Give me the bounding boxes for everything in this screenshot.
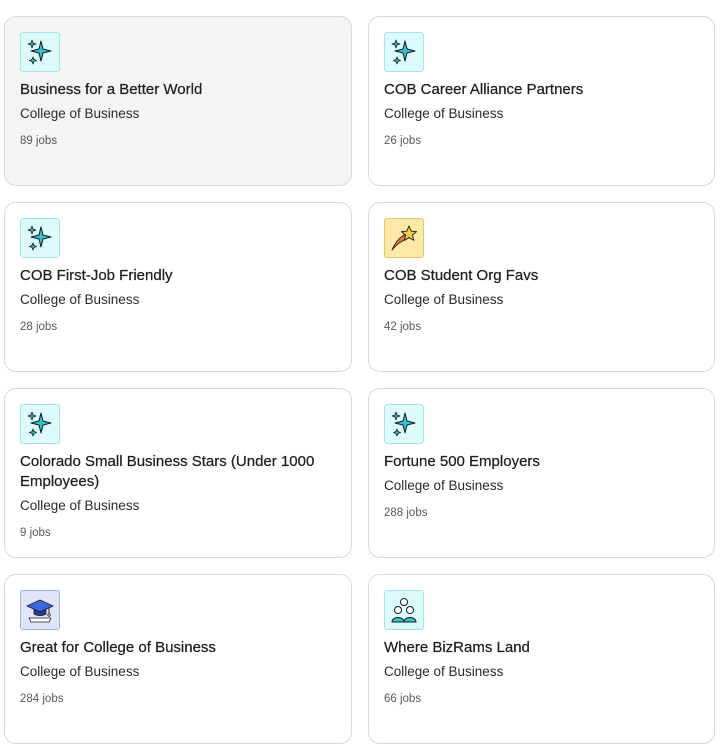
sparkles-icon [20,32,60,72]
job-count: 66 jobs [384,693,422,705]
job-count: 284 jobs [20,693,64,705]
collection-card[interactable]: Great for College of Business College of… [4,574,352,744]
card-title: COB Career Alliance Partners [384,81,584,98]
card-title: Fortune 500 Employers [384,453,540,470]
job-count: 9 jobs [20,527,51,539]
card-title: Where BizRams Land [384,639,530,656]
card-subtitle: College of Business [384,478,504,493]
collections-grid: Business for a Better World College of B… [0,0,720,752]
card-subtitle: College of Business [384,292,504,307]
sparkles-icon [20,218,60,258]
collection-card[interactable]: Business for a Better World College of B… [4,16,352,186]
job-count: 28 jobs [20,321,58,333]
sparkles-icon [384,404,424,444]
card-title: Great for College of Business [20,639,216,656]
collection-card[interactable]: Colorado Small Business Stars (Under 100… [4,388,352,558]
card-subtitle: College of Business [384,664,504,679]
job-count: 288 jobs [384,507,428,519]
sparkles-icon [384,32,424,72]
collection-card[interactable]: Where BizRams Land College of Business 6… [368,574,715,744]
card-title: Business for a Better World [20,81,203,98]
sparkles-icon [20,404,60,444]
collection-card[interactable]: Fortune 500 Employers College of Busines… [368,388,715,558]
collection-card[interactable]: COB Student Org Favs College of Business… [368,202,715,372]
shooting-star-icon [384,218,424,258]
card-title: COB Student Org Favs [384,267,539,284]
job-count: 26 jobs [384,135,422,147]
people-group-icon [384,590,424,630]
card-subtitle: College of Business [20,498,140,513]
card-subtitle: College of Business [384,106,504,121]
job-count: 42 jobs [384,321,422,333]
card-title: Colorado Small Business Stars (Under 100… [20,453,315,490]
card-subtitle: College of Business [20,664,140,679]
collection-card[interactable]: COB Career Alliance Partners College of … [368,16,715,186]
card-subtitle: College of Business [20,292,140,307]
graduation-cap-icon [20,590,60,630]
job-count: 89 jobs [20,135,58,147]
card-subtitle: College of Business [20,106,140,121]
card-title: COB First-Job Friendly [20,267,173,284]
collection-card[interactable]: COB First-Job Friendly College of Busine… [4,202,352,372]
